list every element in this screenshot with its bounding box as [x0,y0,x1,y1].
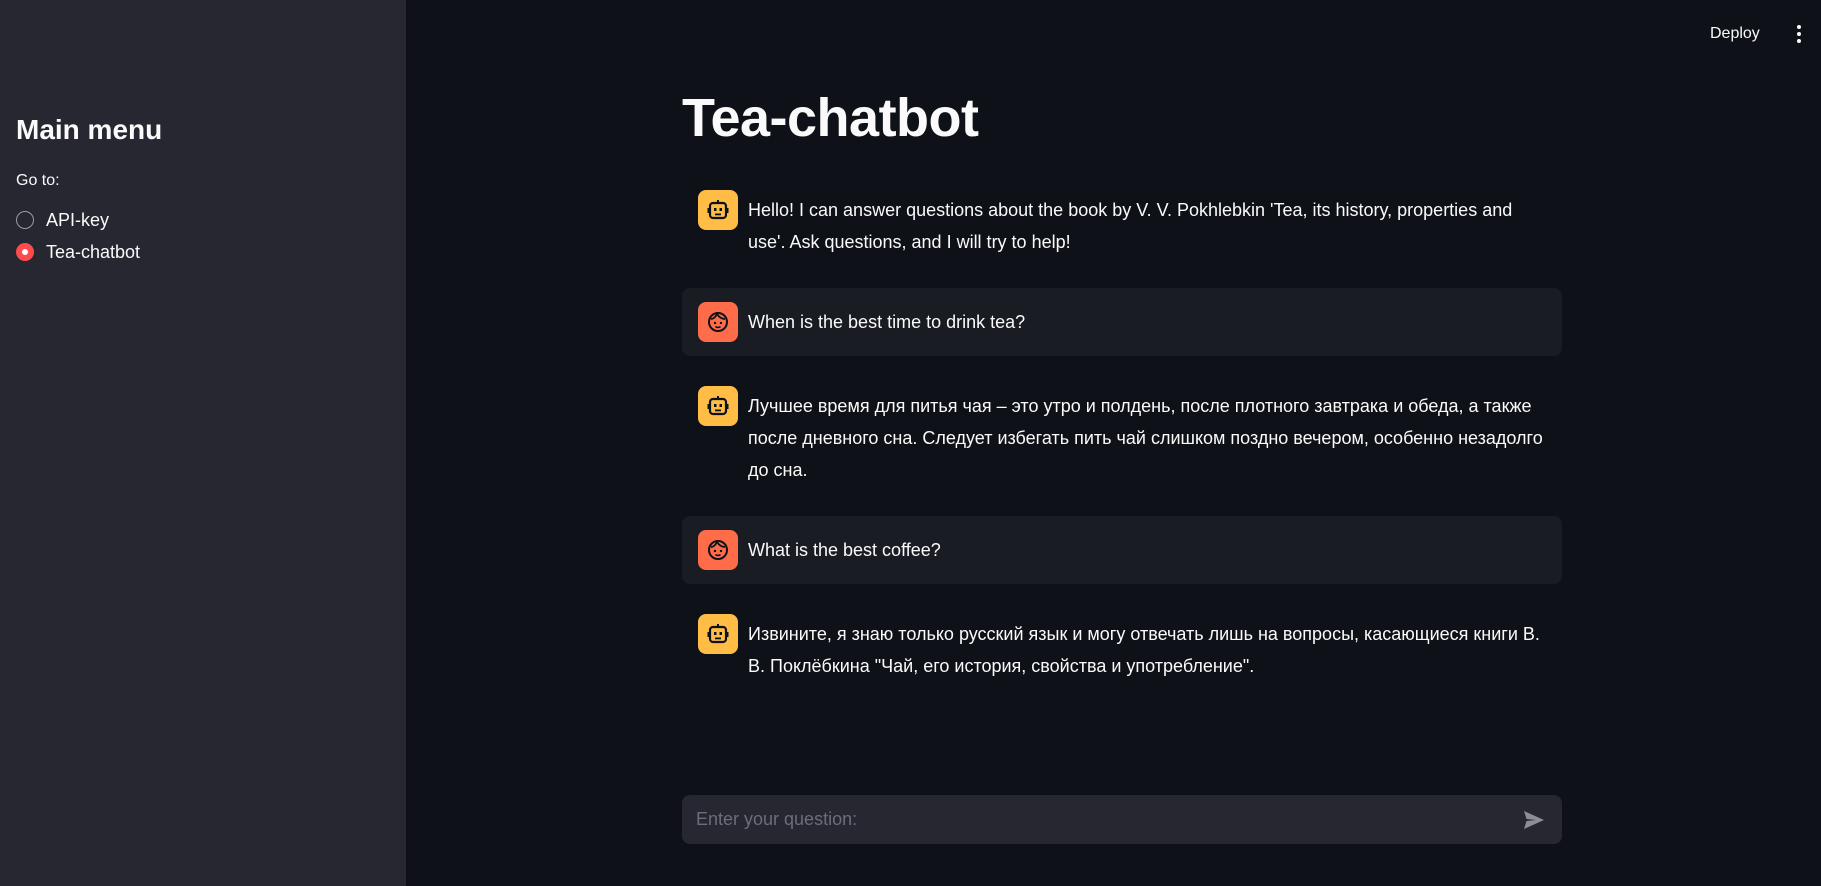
chat-message-user: When is the best time to drink tea? [682,288,1562,356]
user-avatar [698,302,738,342]
send-icon [1524,810,1544,829]
page-title: Tea-chatbot [682,88,979,148]
app-root: Main menu Go to: API-key Tea-chatbot Dep… [0,0,1821,886]
radio-option-tea-chatbot[interactable]: Tea-chatbot [16,236,140,268]
navigation-radio-group: API-key Tea-chatbot [16,204,140,268]
chat-message-assistant: Извините, я знаю только русский язык и м… [682,600,1562,696]
chat-input-container [682,794,1562,845]
assistant-avatar [698,386,738,426]
face-icon [708,540,728,560]
assistant-avatar [698,614,738,654]
send-button[interactable] [1518,804,1550,836]
message-text: Извините, я знаю только русский язык и м… [748,624,1545,676]
radio-option-api-key[interactable]: API-key [16,204,140,236]
message-text: Лучшее время для питья чая – это утро и … [748,396,1548,480]
chat-input[interactable] [694,794,1518,845]
message-text: When is the best time to drink tea? [748,312,1026,332]
sidebar-title: Main menu [16,114,163,145]
robot-icon [707,200,729,220]
face-icon [708,312,728,332]
message-text: What is the best coffee? [748,540,941,560]
robot-icon [707,624,729,644]
chat-history: Hello! I can answer questions about the … [682,176,1562,712]
assistant-avatar [698,190,738,230]
robot-icon [707,396,729,416]
chat-message-assistant: Лучшее время для питья чая – это утро и … [682,372,1562,500]
main-content: Tea-chatbot Hello! I can answer question… [406,0,1821,886]
sidebar: Main menu Go to: API-key Tea-chatbot [0,0,406,886]
user-avatar [698,530,738,570]
radio-option-label: Tea-chatbot [46,241,141,262]
radio-selected-icon[interactable] [16,243,34,261]
message-text: Hello! I can answer questions about the … [748,200,1518,252]
chat-message-assistant: Hello! I can answer questions about the … [682,176,1562,272]
chat-message-user: What is the best coffee? [682,516,1562,584]
radio-unselected-icon[interactable] [16,211,34,229]
radio-option-label: API-key [46,209,110,230]
radio-group-label: Go to: [16,172,60,189]
